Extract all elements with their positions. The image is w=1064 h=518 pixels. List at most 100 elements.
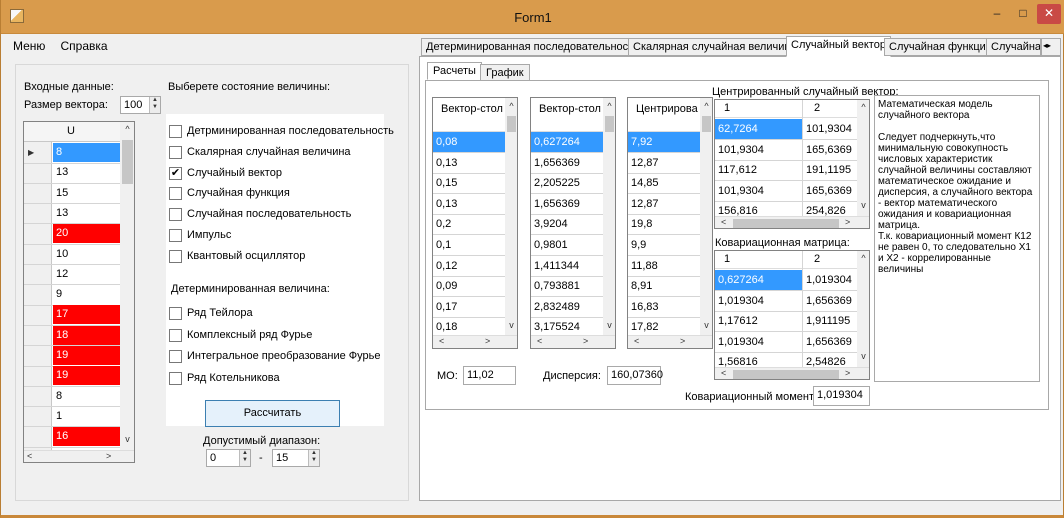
maximize-button[interactable]: □ bbox=[1011, 4, 1035, 24]
table-cell[interactable]: 12,87 bbox=[628, 153, 700, 173]
table-cell[interactable]: 19,8 bbox=[628, 214, 700, 234]
table-cell[interactable]: 0,12 bbox=[433, 256, 505, 276]
scroll-up-icon[interactable]: ^ bbox=[506, 101, 517, 111]
checkbox-label[interactable]: Ряд Котельникова bbox=[187, 372, 280, 384]
spinner-arrows-icon[interactable]: ▲ ▼ bbox=[308, 450, 319, 466]
table-cell[interactable]: 18 bbox=[53, 325, 120, 345]
table-cell[interactable]: 0,793881 bbox=[531, 276, 603, 296]
table-cell[interactable]: 10 bbox=[53, 245, 120, 264]
grid-column-header[interactable]: 2 bbox=[811, 102, 851, 114]
table-cell[interactable]: 9,9 bbox=[628, 235, 700, 255]
scroll-up-icon[interactable]: ^ bbox=[122, 124, 133, 134]
checkbox[interactable] bbox=[169, 145, 182, 159]
checkbox-label[interactable]: Случайная последовательность bbox=[187, 208, 351, 220]
table-cell[interactable]: 12,87 bbox=[628, 194, 700, 214]
table-cell[interactable]: 1,656369 bbox=[803, 332, 857, 352]
variance-vector-grid[interactable]: Вектор-стол дисперсии0,6272641,6563692,2… bbox=[530, 97, 616, 349]
table-cell[interactable]: 1,911195 bbox=[803, 311, 857, 331]
table-cell[interactable]: 0,9801 bbox=[531, 235, 603, 255]
table-cell[interactable]: 1,019304 bbox=[715, 332, 802, 352]
range-from-spinner[interactable]: 0 ▲ ▼ bbox=[206, 449, 251, 467]
checkbox-label[interactable]: Случайная функция bbox=[187, 187, 290, 199]
table-cell[interactable]: 2,205225 bbox=[531, 173, 603, 193]
vertical-scrollbar[interactable]: ^ v bbox=[505, 98, 517, 335]
checkbox-label[interactable]: Комплексный ряд Фурье bbox=[187, 329, 312, 341]
checkbox[interactable] bbox=[169, 125, 182, 138]
table-cell[interactable]: 7,92 bbox=[628, 132, 700, 152]
table-cell[interactable]: 0,09 bbox=[433, 276, 505, 296]
scroll-down-icon[interactable]: v bbox=[858, 200, 869, 210]
mean-vector-grid[interactable]: Вектор-стол мат.ожидани0,080,130,150,130… bbox=[432, 97, 518, 349]
table-cell[interactable]: 0,13 bbox=[433, 194, 505, 214]
checkbox[interactable] bbox=[169, 307, 182, 320]
vector-size-spinner[interactable]: 100 ▲ ▼ bbox=[120, 96, 161, 114]
checkbox[interactable] bbox=[169, 328, 182, 342]
scroll-right-icon[interactable]: > bbox=[680, 336, 685, 346]
table-cell[interactable]: 0,2 bbox=[433, 214, 505, 234]
checkbox[interactable] bbox=[169, 350, 182, 363]
table-cell[interactable]: 165,6369 bbox=[803, 181, 857, 201]
scroll-down-icon[interactable]: v bbox=[122, 434, 133, 444]
table-cell[interactable]: 101,9304 bbox=[803, 119, 857, 139]
table-cell[interactable]: 16 bbox=[53, 427, 120, 447]
table-cell[interactable]: 101,9304 bbox=[715, 181, 802, 201]
horizontal-scrollbar[interactable]: < > bbox=[715, 216, 869, 228]
scroll-up-icon[interactable]: ^ bbox=[604, 101, 615, 111]
scroll-right-icon[interactable]: > bbox=[583, 336, 588, 346]
scroll-down-icon[interactable]: v bbox=[604, 320, 615, 330]
minimize-button[interactable]: – bbox=[984, 4, 1010, 24]
table-cell[interactable]: 19 bbox=[53, 366, 120, 386]
spinner-arrows-icon[interactable]: ▲ ▼ bbox=[149, 97, 160, 113]
checkbox[interactable] bbox=[169, 249, 182, 263]
checkbox-label[interactable]: Скалярная случайная величина bbox=[187, 146, 351, 158]
table-cell[interactable]: 101,9304 bbox=[715, 140, 802, 160]
table-cell[interactable]: 15 bbox=[53, 184, 120, 203]
table-cell[interactable]: 1,656369 bbox=[531, 194, 603, 214]
mo-value-field[interactable]: 11,02 bbox=[463, 366, 516, 385]
menu-item-menu[interactable]: Меню bbox=[7, 34, 51, 53]
spinner-arrows-icon[interactable]: ▲ ▼ bbox=[239, 450, 250, 466]
checkbox-label[interactable]: Импульс bbox=[187, 229, 231, 241]
cov-moment-value-field[interactable]: 1,019304 bbox=[813, 386, 870, 406]
scroll-right-icon[interactable]: > bbox=[106, 451, 111, 461]
scroll-left-icon[interactable]: < bbox=[721, 368, 726, 378]
centered-matrix-grid[interactable]: 1 2 62,7264 101,9304 101,9304 165,6369 117,612… bbox=[714, 99, 870, 229]
table-cell[interactable]: 11,88 bbox=[628, 256, 700, 276]
horizontal-scrollbar[interactable]: < > bbox=[24, 450, 134, 462]
table-cell[interactable]: 191,1195 bbox=[803, 160, 857, 180]
checkbox-label[interactable]: Ряд Тейлора bbox=[187, 307, 253, 319]
checkbox-label[interactable]: Случайный вектор bbox=[187, 167, 282, 179]
table-cell[interactable]: 1 bbox=[53, 407, 120, 426]
grid-column-header[interactable]: Вектор-стол дисперсии bbox=[531, 98, 603, 132]
scroll-up-icon[interactable]: ^ bbox=[701, 101, 712, 111]
table-cell[interactable]: 16,83 bbox=[628, 297, 700, 317]
table-cell[interactable]: 1,019304 bbox=[715, 291, 802, 311]
scroll-thumb[interactable] bbox=[507, 116, 516, 132]
scroll-left-icon[interactable]: < bbox=[439, 336, 444, 346]
table-cell[interactable]: 3,9204 bbox=[531, 214, 603, 234]
tab-deterministic[interactable]: Детерминированная последовательность bbox=[421, 38, 644, 56]
table-cell[interactable]: 8 bbox=[53, 387, 120, 406]
tab-random-vector[interactable]: Случайный вектор bbox=[786, 36, 891, 57]
vertical-scrollbar[interactable]: ^ v bbox=[700, 98, 712, 335]
calculate-button[interactable]: Рассчитать bbox=[205, 400, 340, 427]
grid-column-header[interactable]: Центрирова сл.вектор bbox=[628, 98, 700, 132]
vertical-scrollbar[interactable]: ^ v bbox=[603, 98, 615, 335]
scroll-thumb[interactable] bbox=[122, 140, 133, 184]
scroll-right-icon[interactable]: > bbox=[845, 368, 850, 378]
table-cell[interactable]: 19 bbox=[53, 346, 120, 365]
scroll-thumb[interactable] bbox=[605, 116, 614, 132]
tab-scalar[interactable]: Скалярная случайная величина bbox=[628, 38, 802, 56]
table-cell[interactable]: 1,019304 bbox=[803, 270, 857, 290]
checkbox[interactable] bbox=[169, 187, 182, 201]
horizontal-scrollbar[interactable]: < > bbox=[531, 335, 615, 348]
grid-column-header[interactable]: 1 bbox=[721, 102, 761, 114]
table-cell[interactable]: 9 bbox=[53, 285, 120, 304]
variance-value-field[interactable]: 160,07360 bbox=[607, 366, 663, 385]
scroll-left-icon[interactable]: < bbox=[721, 217, 726, 227]
vertical-scrollbar[interactable]: ^ v bbox=[857, 251, 869, 367]
table-cell[interactable]: 0,13 bbox=[433, 153, 505, 173]
close-button[interactable]: ✕ bbox=[1037, 4, 1061, 24]
table-cell[interactable]: 12 bbox=[53, 265, 120, 284]
scroll-down-icon[interactable]: v bbox=[506, 320, 517, 330]
